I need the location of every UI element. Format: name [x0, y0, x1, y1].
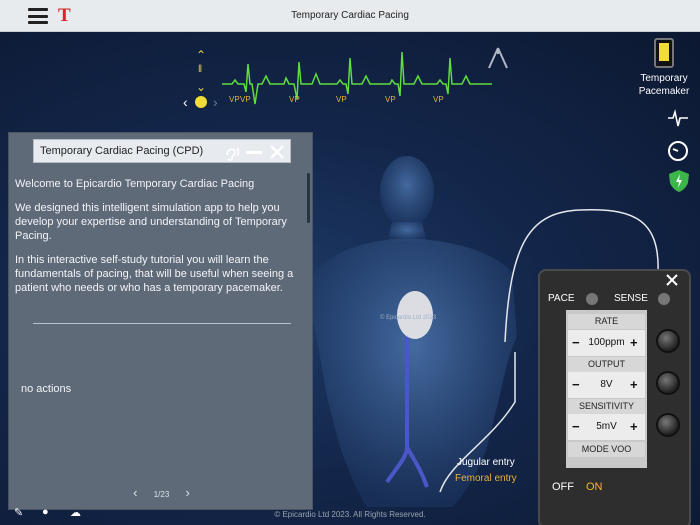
ecg-label: VP — [240, 95, 251, 104]
ecg-prev-icon[interactable]: ‹ — [183, 94, 188, 110]
output-increase-button[interactable]: + — [630, 372, 638, 398]
pacemaker-label: Temporary Pacemaker — [630, 72, 698, 98]
defibrillator-shield-icon[interactable] — [667, 168, 691, 194]
sense-label: SENSE — [614, 293, 648, 304]
ecg-up-icon[interactable]: ⌃ — [196, 48, 206, 62]
pacemaker-icon[interactable] — [654, 38, 674, 68]
ecg-label: VP — [229, 95, 240, 104]
dialog-scrollbar[interactable] — [307, 173, 310, 223]
no-actions-text: no actions — [21, 383, 72, 395]
dialog-body: Welcome to Epicardio Temporary Cardiac P… — [15, 177, 299, 305]
dialog-paragraph: In this interactive self-study tutorial … — [15, 254, 294, 294]
ecg-label: VP — [336, 95, 347, 104]
dialog-divider — [33, 323, 291, 324]
next-page-icon[interactable]: › — [186, 485, 190, 500]
output-knob[interactable] — [656, 371, 680, 395]
device-close-icon[interactable] — [664, 272, 680, 288]
output-label: OUTPUT — [568, 357, 645, 372]
ecg-trace: VP VP VP VP VP VP — [222, 51, 492, 105]
minimize-icon[interactable] — [246, 151, 262, 154]
dialog-pager: ‹ 1/23 › — [9, 485, 314, 500]
ecg-next-icon[interactable]: › — [213, 94, 218, 110]
top-bar: T Temporary Cardiac Pacing — [0, 0, 700, 32]
dialog-title: Temporary Cardiac Pacing (CPD) — [40, 145, 204, 157]
gauge-icon[interactable] — [666, 138, 690, 162]
page-counter: 1/23 — [153, 490, 170, 499]
rate-knob[interactable] — [656, 329, 680, 353]
heart-rate-icon[interactable] — [666, 106, 690, 130]
femoral-entry-label: Femoral entry — [455, 473, 517, 484]
jugular-entry-label: Jugular entry — [457, 457, 515, 468]
sensitivity-increase-button[interactable]: + — [630, 414, 638, 440]
dialog-paragraph: We designed this intelligent simulation … — [15, 202, 287, 242]
pace-label: PACE — [548, 293, 575, 304]
app-title: Temporary Cardiac Pacing — [291, 10, 409, 21]
rate-decrease-button[interactable]: − — [572, 330, 580, 356]
ecg-label: VP — [385, 95, 396, 104]
ecg-position-dot-icon[interactable] — [195, 96, 207, 108]
previous-page-icon[interactable]: ‹ — [133, 485, 137, 500]
pace-indicator-icon — [586, 293, 598, 305]
ecg-pause-icon[interactable]: ǁ — [198, 64, 202, 75]
audio-icon[interactable] — [222, 143, 240, 161]
pacemaker-label-line2: Pacemaker — [638, 86, 690, 97]
sensitivity-knob[interactable] — [656, 413, 680, 437]
mode-label[interactable]: MODE VOO — [568, 442, 645, 457]
dialog-header: Temporary Cardiac Pacing (CPD) — [33, 139, 291, 163]
rate-label: RATE — [568, 314, 645, 329]
ecg-label: VP — [289, 95, 300, 104]
calipers-icon[interactable] — [486, 46, 510, 70]
on-button[interactable]: ON — [586, 481, 603, 493]
simulation-stage: VP VP VP VP VP VP ⌃ ǁ ⌄ ‹ › © Epicardio … — [0, 32, 700, 525]
ecg-label: VP — [433, 95, 444, 104]
copyright-footer: © Epicardio Ltd 2023. All Rights Reserve… — [274, 510, 426, 519]
close-icon[interactable] — [268, 143, 286, 161]
sense-indicator-icon — [658, 293, 670, 305]
ecg-down-icon[interactable]: ⌄ — [196, 80, 206, 94]
watermark-text: © Epicardio Ltd 2023 — [380, 314, 437, 321]
output-decrease-button[interactable]: − — [572, 372, 580, 398]
dialog-paragraph: Welcome to Epicardio Temporary Cardiac P… — [15, 178, 255, 190]
rate-increase-button[interactable]: + — [630, 330, 638, 356]
tutorial-dialog: Temporary Cardiac Pacing (CPD) Welcome t… — [8, 132, 313, 510]
pacemaker-label-line1: Temporary — [640, 73, 688, 84]
sensitivity-decrease-button[interactable]: − — [572, 414, 580, 440]
sensitivity-label: SENSITIVITY — [568, 399, 645, 414]
off-button[interactable]: OFF — [552, 481, 574, 493]
